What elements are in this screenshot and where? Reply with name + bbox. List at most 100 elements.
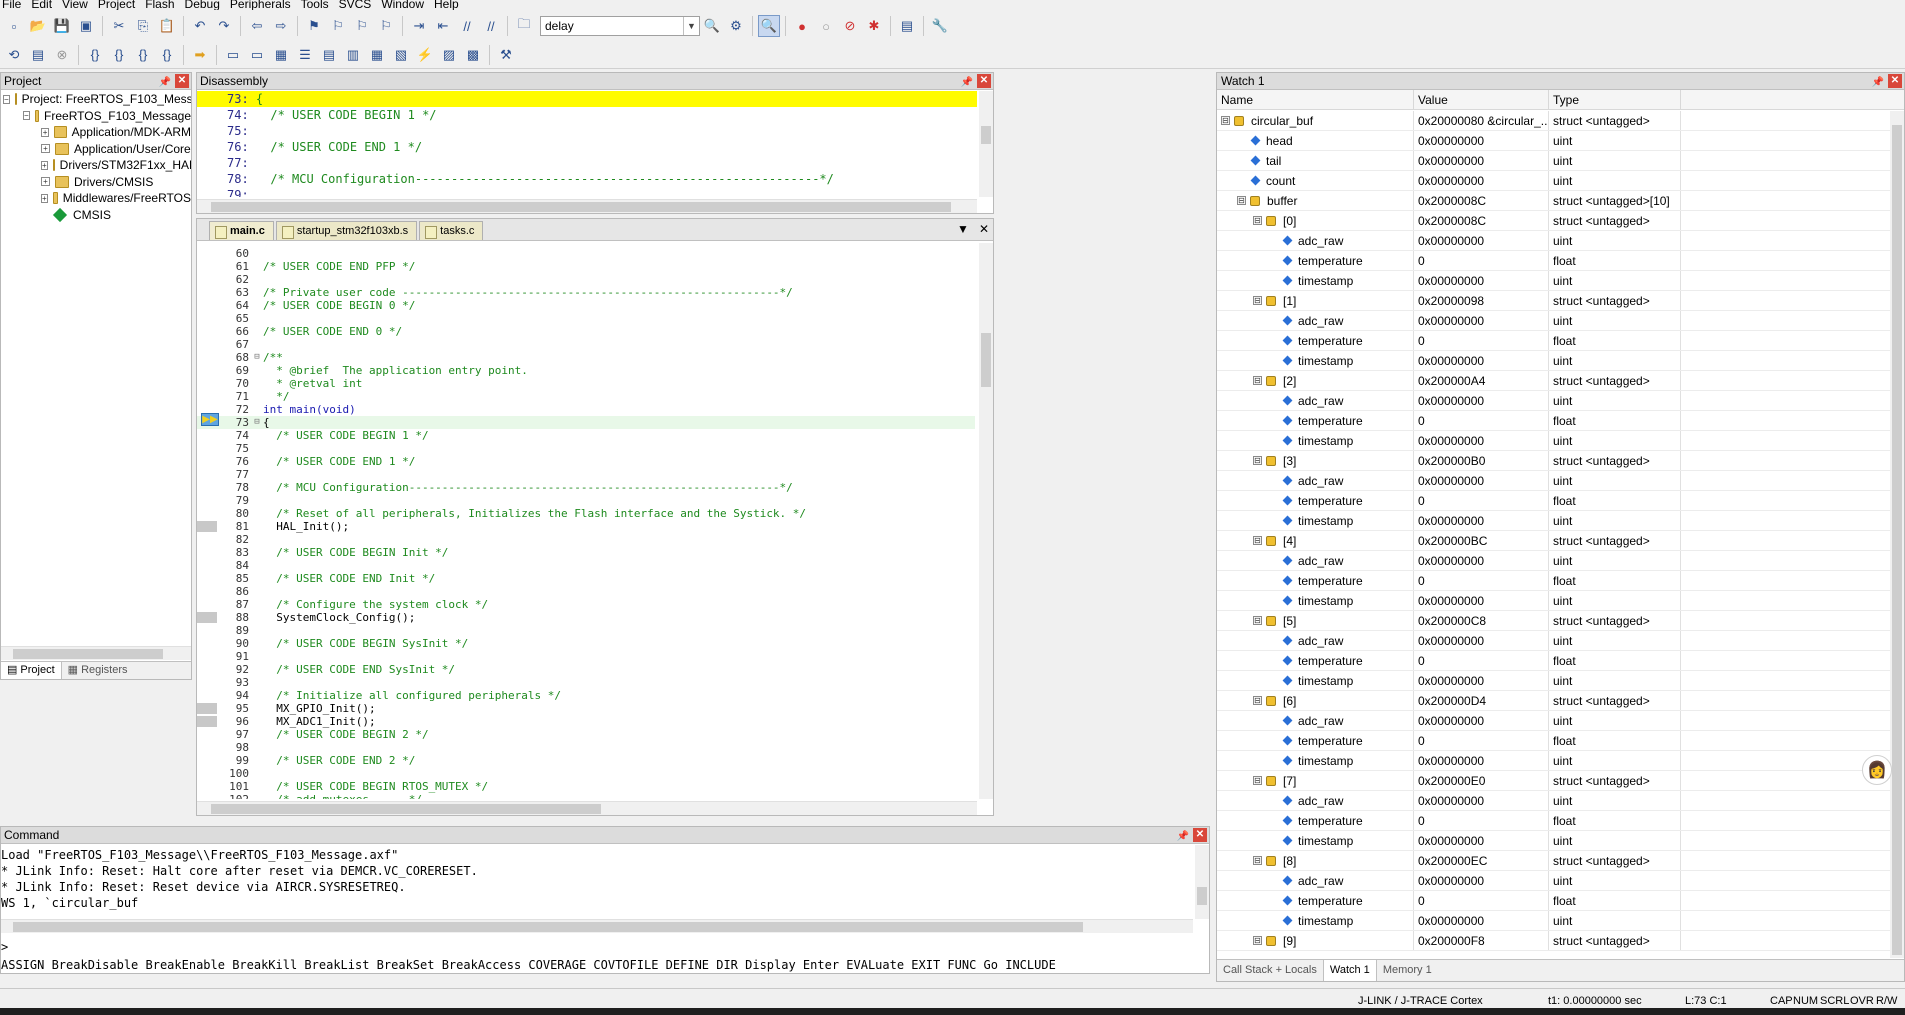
code-line[interactable]: 92 /* USER CODE END SysInit */ <box>197 663 975 676</box>
gutter[interactable] <box>197 533 223 546</box>
code-line[interactable]: 101 /* USER CODE BEGIN RTOS_MUTEX */ <box>197 780 975 793</box>
gutter[interactable] <box>197 728 223 741</box>
collapse-icon[interactable]: ⊟ <box>1253 296 1262 305</box>
tree-item[interactable]: + Drivers/STM32F1xx_HAL_Driv <box>1 157 191 174</box>
command-window-icon[interactable]: ▭ <box>222 44 244 66</box>
code-line[interactable]: 96 MX_ADC1_Init(); <box>197 715 975 728</box>
code-line[interactable]: 95 MX_GPIO_Init(); <box>197 702 975 715</box>
watch-value[interactable]: 0x00000000 <box>1414 311 1549 330</box>
gutter[interactable] <box>197 442 223 455</box>
expand-icon[interactable]: + <box>41 177 50 187</box>
collapse-icon[interactable]: ⊟ <box>1237 196 1246 205</box>
close-icon[interactable]: ✕ <box>1888 74 1902 88</box>
disassembly-window-icon[interactable]: ▭ <box>246 44 268 66</box>
code-line[interactable]: 60 <box>197 247 975 260</box>
watch-value[interactable]: 0x200000E0 <box>1414 771 1549 790</box>
code-line[interactable]: 69 * @brief The application entry point. <box>197 364 975 377</box>
gutter[interactable] <box>197 793 223 799</box>
indent-icon[interactable]: ⇥ <box>408 15 430 37</box>
watch-row[interactable]: timestamp 0x00000000 uint <box>1217 511 1890 531</box>
watch-value[interactable]: 0 <box>1414 731 1549 750</box>
gutter[interactable] <box>197 741 223 754</box>
watch-window-icon[interactable]: ▥ <box>342 44 364 66</box>
collapse-icon[interactable]: − <box>3 94 10 104</box>
code-line[interactable]: 84 <box>197 559 975 572</box>
watch-row[interactable]: timestamp 0x00000000 uint <box>1217 271 1890 291</box>
code-line[interactable]: 68 ⊟/** <box>197 351 975 364</box>
watch-row[interactable]: timestamp 0x00000000 uint <box>1217 671 1890 691</box>
pin-icon[interactable]: 📌 <box>159 74 171 91</box>
run-to-cursor-icon[interactable]: {} <box>156 44 178 66</box>
collapse-icon[interactable]: ⊟ <box>1253 856 1262 865</box>
watch-row[interactable]: temperature 0 float <box>1217 571 1890 591</box>
watch-value[interactable]: 0 <box>1414 811 1549 830</box>
bookmark-icon[interactable]: ⚑ <box>303 15 325 37</box>
tree-item[interactable]: + Drivers/CMSIS <box>1 174 191 191</box>
find-icon[interactable]: 🔍 <box>701 15 723 37</box>
expand-icon[interactable]: + <box>41 160 48 170</box>
collapse-icon[interactable]: ⊟ <box>1253 216 1262 225</box>
tab-call-stack[interactable]: Call Stack + Locals <box>1217 960 1323 981</box>
tree-item[interactable]: CMSIS <box>1 207 191 224</box>
watch-value[interactable]: 0x00000000 <box>1414 271 1549 290</box>
watch-row[interactable]: ⊟ [8] 0x200000EC struct <untagged> <box>1217 851 1890 871</box>
kill-all-breakpoints-icon[interactable]: ✱ <box>863 15 885 37</box>
nav-forward-icon[interactable]: ⇨ <box>270 15 292 37</box>
tab-startup-s[interactable]: startup_stm32f103xb.s <box>275 221 418 240</box>
watch-row[interactable]: ⊟ [1] 0x20000098 struct <untagged> <box>1217 291 1890 311</box>
column-value[interactable]: Value <box>1414 90 1549 109</box>
tree-item[interactable]: + Application/MDK-ARM <box>1 124 191 141</box>
code-line[interactable]: 98 <box>197 741 975 754</box>
tab-registers[interactable]: ▦ Registers <box>62 662 134 679</box>
watch-value[interactable]: 0 <box>1414 571 1549 590</box>
watch-value[interactable]: 0x00000000 <box>1414 351 1549 370</box>
menu-peripherals[interactable]: Peripherals <box>230 0 291 10</box>
menu-svcs[interactable]: SVCS <box>339 0 372 10</box>
watch-value[interactable]: 0x00000000 <box>1414 171 1549 190</box>
code-line[interactable]: 83 /* USER CODE BEGIN Init */ <box>197 546 975 559</box>
call-stack-window-icon[interactable]: ▤ <box>318 44 340 66</box>
watch-row[interactable]: temperature 0 float <box>1217 811 1890 831</box>
menu-window[interactable]: Window <box>381 0 424 10</box>
close-icon[interactable]: ✕ <box>175 74 189 88</box>
cut-icon[interactable]: ✂ <box>108 15 130 37</box>
reset-icon[interactable]: ⟲ <box>3 44 25 66</box>
toolbox-icon[interactable]: ⚒ <box>495 44 517 66</box>
gutter[interactable] <box>197 507 223 520</box>
gutter[interactable] <box>197 598 223 611</box>
gutter[interactable] <box>197 247 223 260</box>
code-line[interactable]: 90 /* USER CODE BEGIN SysInit */ <box>197 637 975 650</box>
watch-row[interactable]: timestamp 0x00000000 uint <box>1217 351 1890 371</box>
step-into-icon[interactable]: {} <box>84 44 106 66</box>
watch-row[interactable]: ⊟ buffer 0x2000008C struct <untagged>[10] <box>1217 191 1890 211</box>
watch-value[interactable]: 0x200000A4 <box>1414 371 1549 390</box>
close-icon[interactable]: ✕ <box>1193 828 1207 842</box>
watch-value[interactable]: 0x00000000 <box>1414 911 1549 930</box>
gutter[interactable] <box>197 325 223 338</box>
gutter[interactable] <box>197 689 223 702</box>
gutter[interactable] <box>197 780 223 793</box>
code-line[interactable]: 78 /* MCU Configuration-----------------… <box>197 481 975 494</box>
code-line[interactable]: 73 ⊟{ <box>197 416 975 429</box>
watch-row[interactable]: adc_raw 0x00000000 uint <box>1217 551 1890 571</box>
gutter[interactable] <box>197 767 223 780</box>
tab-watch-1[interactable]: Watch 1 <box>1322 960 1377 981</box>
gutter[interactable] <box>197 481 223 494</box>
stop-icon[interactable]: ⊗ <box>51 44 73 66</box>
find-combo[interactable]: delay ▼ <box>540 16 700 36</box>
menu-debug[interactable]: Debug <box>185 0 220 10</box>
code-line[interactable]: 66 /* USER CODE END 0 */ <box>197 325 975 338</box>
memory-window-icon[interactable]: ▦ <box>366 44 388 66</box>
code-line[interactable]: 91 <box>197 650 975 663</box>
code-line[interactable]: 100 <box>197 767 975 780</box>
code-line[interactable]: 94 /* Initialize all configured peripher… <box>197 689 975 702</box>
bookmark-next-icon[interactable]: ⚐ <box>351 15 373 37</box>
collapse-icon[interactable]: ⊟ <box>1253 536 1262 545</box>
outdent-icon[interactable]: ⇤ <box>432 15 454 37</box>
watch-value[interactable]: 0x00000000 <box>1414 551 1549 570</box>
watch-value[interactable]: 0 <box>1414 331 1549 350</box>
code-line[interactable]: 87 /* Configure the system clock */ <box>197 598 975 611</box>
watch-value[interactable]: 0x00000000 <box>1414 151 1549 170</box>
watch-row[interactable]: temperature 0 float <box>1217 491 1890 511</box>
gutter[interactable] <box>197 299 223 312</box>
